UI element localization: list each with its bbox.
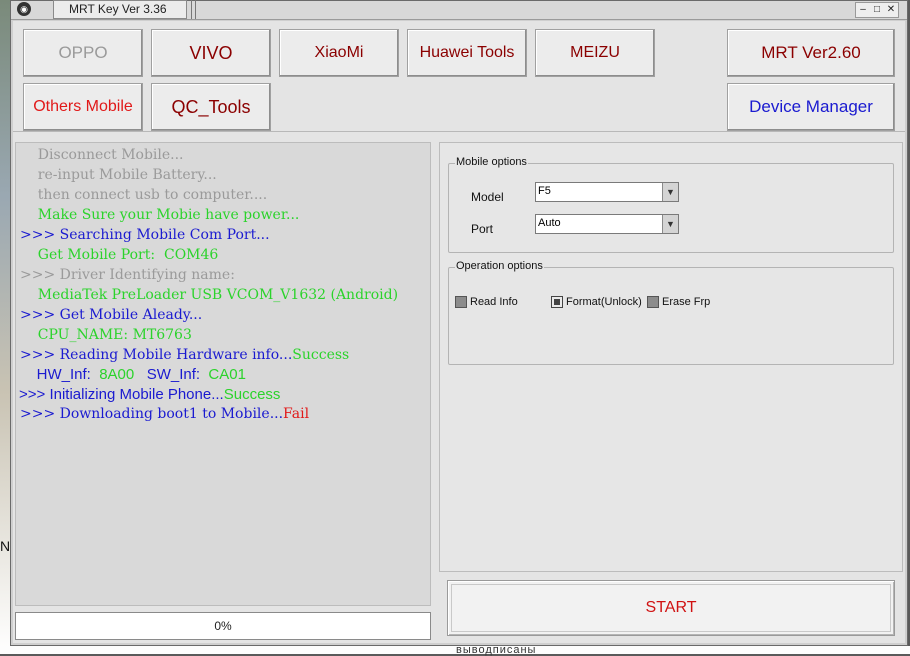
log-text: >>> Downloading boot1 to Mobile...	[20, 406, 284, 422]
log-line: Disconnect Mobile...	[20, 147, 184, 163]
log-line: >>> Searching Mobile Com Port...	[20, 227, 270, 243]
start-button[interactable]: START	[447, 580, 895, 636]
log-line: >>> Downloading boot1 to Mobile...Fail	[20, 406, 309, 422]
log-line: CPU_NAME: MT6763	[20, 327, 192, 343]
meizu-button[interactable]: MEIZU	[535, 29, 655, 77]
app-window: ◉ MRT Key Ver 3.36 ‒ □ ✕ OPPO VIVO XiaoM…	[10, 0, 908, 646]
operation-options-group: Operation options Read Info Format(Unloc…	[448, 260, 894, 365]
port-select-value: Auto	[538, 217, 561, 229]
checkbox-unchecked-icon[interactable]	[455, 296, 467, 308]
model-label: Model	[471, 190, 504, 204]
log-line: re-input Mobile Battery...	[20, 167, 217, 183]
log-panel[interactable]: Disconnect Mobile... re-input Mobile Bat…	[15, 142, 431, 606]
start-label: START	[645, 599, 697, 616]
format-unlock-label: Format(Unlock)	[566, 296, 642, 308]
progress-bar: 0%	[15, 612, 431, 640]
log-text: SW_Inf:	[134, 366, 209, 383]
log-line: >>> Reading Mobile Hardware info...Succe…	[20, 347, 349, 363]
app-icon[interactable]: ◉	[17, 2, 31, 16]
log-status-success: Success	[223, 386, 281, 403]
options-panel: Mobile options Model F5 ▼ Port Auto ▼ Op…	[439, 142, 903, 572]
main-client-area: OPPO VIVO XiaoMi Huawei Tools MEIZU MRT …	[13, 21, 905, 643]
title-tab-edge	[191, 0, 196, 19]
window-controls: ‒ □ ✕	[855, 2, 899, 18]
erase-frp-checkbox[interactable]: Erase Frp	[647, 296, 710, 308]
read-info-checkbox[interactable]: Read Info	[455, 296, 518, 308]
device-manager-button[interactable]: Device Manager	[727, 83, 895, 131]
log-line: MediaTek PreLoader USB VCOM_V1632 (Andro…	[20, 287, 399, 303]
desktop-background-text: N	[0, 538, 11, 554]
log-line: then connect usb to computer....	[20, 187, 268, 203]
huawei-tools-button[interactable]: Huawei Tools	[407, 29, 527, 77]
log-line: HW_Inf: 8A00 SW_Inf: CA01	[20, 366, 246, 383]
model-select-value: F5	[538, 185, 551, 197]
erase-frp-label: Erase Frp	[662, 296, 711, 308]
format-unlock-checkbox[interactable]: Format(Unlock)	[551, 296, 642, 308]
log-line: >>> Get Mobile Aleady...	[20, 307, 203, 323]
oppo-button[interactable]: OPPO	[23, 29, 143, 77]
log-line: Make Sure your Mobie have power...	[20, 207, 300, 223]
desktop-background-bottom	[0, 646, 910, 654]
log-value: CA01	[208, 366, 246, 383]
minimize-button[interactable]: ‒	[856, 3, 870, 17]
read-info-label: Read Info	[470, 296, 518, 308]
chevron-down-icon[interactable]: ▼	[662, 183, 678, 201]
maximize-button[interactable]: □	[870, 3, 884, 17]
close-button[interactable]: ✕	[884, 3, 898, 17]
log-status-fail: Fail	[283, 406, 310, 422]
log-status-success: Success	[292, 347, 350, 363]
xiaomi-button[interactable]: XiaoMi	[279, 29, 399, 77]
mobile-options-group: Mobile options Model F5 ▼ Port Auto ▼	[448, 156, 894, 253]
port-select[interactable]: Auto ▼	[535, 214, 679, 234]
window-title: MRT Key Ver 3.36	[69, 2, 167, 16]
log-text: >>> Reading Mobile Hardware info...	[20, 347, 293, 363]
log-text: HW_Inf:	[20, 366, 100, 383]
mobile-options-title: Mobile options	[455, 156, 528, 168]
log-line: >>> Driver Identifying name:	[20, 267, 235, 283]
toolbar-divider	[13, 131, 905, 132]
title-bar[interactable]: ◉ MRT Key Ver 3.36 ‒ □ ✕	[11, 0, 907, 20]
model-select[interactable]: F5 ▼	[535, 182, 679, 202]
progress-value: 0%	[214, 619, 232, 633]
operation-options-title: Operation options	[455, 260, 544, 272]
log-value: 8A00	[99, 366, 135, 383]
checkbox-checked-icon[interactable]	[551, 296, 563, 308]
log-line: >>> Initializing Mobile Phone...Success	[19, 386, 280, 403]
qc-tools-button[interactable]: QC_Tools	[151, 83, 271, 131]
mrt-version-button[interactable]: MRT Ver2.60	[727, 29, 895, 77]
chevron-down-icon[interactable]: ▼	[662, 215, 678, 233]
others-mobile-button[interactable]: Others Mobile	[23, 83, 143, 131]
log-text: >>> Initializing Mobile Phone...	[19, 386, 224, 403]
checkbox-unchecked-icon[interactable]	[647, 296, 659, 308]
port-label: Port	[471, 222, 494, 236]
vivo-button[interactable]: VIVO	[151, 29, 271, 77]
log-line: Get Mobile Port: COM46	[20, 247, 219, 263]
